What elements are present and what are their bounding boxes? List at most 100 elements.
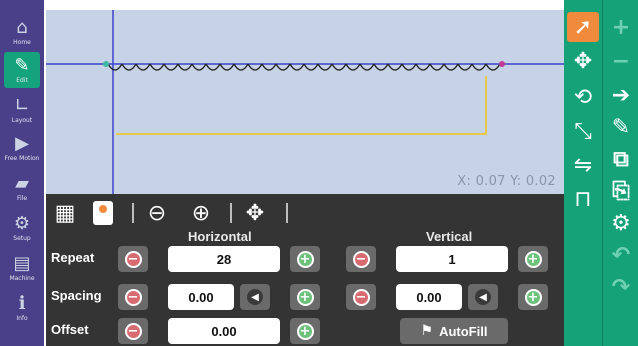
select-arrow-icon: ➚ bbox=[573, 14, 593, 40]
vertical-repeat-field[interactable]: 1 bbox=[396, 246, 508, 272]
canvas-drawing bbox=[46, 10, 564, 194]
stitch-scallop bbox=[289, 63, 305, 71]
undo-button[interactable]: ↶ bbox=[606, 240, 636, 270]
undo-icon: ↶ bbox=[611, 242, 631, 268]
folder-icon: ▰ bbox=[15, 172, 29, 194]
stitch-scallop bbox=[485, 63, 501, 71]
nav-home[interactable]: ⌂ Home bbox=[4, 14, 40, 50]
stitch-scallop bbox=[247, 63, 263, 71]
horizontal-spacing-decrease-button[interactable]: − bbox=[118, 284, 148, 310]
save-edit-button[interactable]: ✎ bbox=[606, 112, 636, 142]
redo-icon: ↷ bbox=[611, 274, 631, 300]
horizontal-spacing-increase-button[interactable]: + bbox=[290, 284, 320, 310]
autofill-button[interactable]: ⚑ AutoFill bbox=[400, 318, 508, 344]
toolbar-divider bbox=[286, 203, 288, 223]
align-icon: ⊓ bbox=[574, 186, 592, 212]
minus-icon: − bbox=[124, 250, 142, 268]
redo-button[interactable]: ↷ bbox=[606, 272, 636, 302]
add-button[interactable]: + bbox=[606, 12, 636, 42]
nav-layout[interactable]: ∟ Layout bbox=[4, 92, 40, 128]
horizontal-repeat-field[interactable]: 28 bbox=[168, 246, 280, 272]
horizontal-offset-field[interactable]: 0.00 bbox=[168, 318, 280, 344]
horizontal-offset-decrease-button[interactable]: − bbox=[118, 318, 148, 344]
end-point bbox=[499, 61, 505, 67]
vertical-repeat-increase-button[interactable]: + bbox=[518, 246, 548, 272]
stitch-scallop bbox=[471, 63, 487, 71]
horizontal-repeat-decrease-button[interactable]: − bbox=[118, 246, 148, 272]
minus-icon: − bbox=[611, 48, 631, 74]
stitch-pattern bbox=[107, 63, 501, 71]
stitch-scallop bbox=[121, 63, 137, 71]
stitch-scallop bbox=[275, 63, 291, 71]
nav-edit[interactable]: ✎ Edit bbox=[4, 52, 40, 88]
stitch-scallop bbox=[457, 63, 473, 71]
plus-icon: + bbox=[524, 250, 542, 268]
stitch-scallop bbox=[107, 63, 123, 71]
minus-icon: − bbox=[124, 322, 142, 340]
minus-icon: − bbox=[352, 288, 370, 306]
gear-icon: ⚙ bbox=[611, 210, 631, 236]
zoom-out-icon[interactable]: ⊖ bbox=[144, 200, 170, 226]
paste-icon: ⎘ bbox=[612, 178, 630, 204]
nav-machine[interactable]: ▤ Machine bbox=[4, 250, 40, 286]
plus-icon: + bbox=[296, 288, 314, 306]
vertical-spacing-field[interactable]: 0.00 bbox=[396, 284, 462, 310]
nav-info[interactable]: ℹ Info bbox=[4, 290, 40, 326]
back-arrow-icon: ◀ bbox=[475, 289, 491, 305]
move-arrows-icon: ✥ bbox=[573, 48, 593, 74]
grid-icon[interactable]: ▦ bbox=[52, 200, 78, 226]
stitch-scallop bbox=[135, 63, 151, 71]
horizontal-header: Horizontal bbox=[188, 229, 252, 244]
info-icon: ℹ bbox=[18, 292, 26, 314]
horizontal-spacing-field[interactable]: 0.00 bbox=[168, 284, 234, 310]
mirror-tool[interactable]: ⇋ bbox=[567, 150, 599, 180]
design-canvas[interactable]: X: 0.07 Y: 0.02 bbox=[46, 10, 564, 194]
next-button[interactable]: ➔ bbox=[606, 80, 636, 110]
copy-icon: ⧉ bbox=[613, 146, 629, 172]
stitch-scallop bbox=[149, 63, 165, 71]
stitch-scallop bbox=[163, 63, 179, 71]
vertical-spacing-back-button[interactable]: ◀ bbox=[468, 284, 498, 310]
nav-setup[interactable]: ⚙ Setup bbox=[4, 210, 40, 246]
gears-icon: ⚙ bbox=[13, 212, 31, 234]
paste-button[interactable]: ⎘ bbox=[606, 176, 636, 206]
zoom-in-icon[interactable]: ⊕ bbox=[188, 200, 214, 226]
copy-button[interactable]: ⧉ bbox=[606, 144, 636, 174]
horizontal-repeat-increase-button[interactable]: + bbox=[290, 246, 320, 272]
stitch-scallop bbox=[205, 63, 221, 71]
resize-tool[interactable]: ⤡ bbox=[567, 116, 599, 146]
horizontal-offset-increase-button[interactable]: + bbox=[290, 318, 320, 344]
align-tool[interactable]: ⊓ bbox=[567, 184, 599, 214]
move-icon[interactable]: ✥ bbox=[242, 200, 268, 226]
edit-tools-column: ➚ ✥ ⟲ ⤡ ⇋ ⊓ bbox=[564, 0, 602, 346]
stitch-scallop bbox=[317, 63, 333, 71]
pattern-icon[interactable] bbox=[92, 200, 114, 226]
move-tool[interactable]: ✥ bbox=[567, 46, 599, 76]
actions-column: + − ➔ ✎ ⧉ ⎘ ⚙ ↶ ↷ bbox=[602, 0, 638, 346]
remove-button[interactable]: − bbox=[606, 46, 636, 76]
select-tool[interactable]: ➚ bbox=[567, 12, 599, 42]
stitch-scallop bbox=[387, 63, 403, 71]
stitch-scallop bbox=[429, 63, 445, 71]
minus-icon: − bbox=[124, 288, 142, 306]
stitch-scallop bbox=[331, 63, 347, 71]
nav-file[interactable]: ▰ File bbox=[4, 170, 40, 206]
horizontal-spacing-back-button[interactable]: ◀ bbox=[240, 284, 270, 310]
stitch-scallop bbox=[303, 63, 319, 71]
settings-button[interactable]: ⚙ bbox=[606, 208, 636, 238]
stitch-scallop bbox=[345, 63, 361, 71]
start-point bbox=[103, 61, 109, 67]
nav-free-motion[interactable]: ▶ Free Motion bbox=[4, 130, 40, 166]
vertical-header: Vertical bbox=[426, 229, 473, 244]
back-arrow-icon: ◀ bbox=[247, 289, 263, 305]
vertical-spacing-increase-button[interactable]: + bbox=[518, 284, 548, 310]
rotate-tool[interactable]: ⟲ bbox=[567, 82, 599, 112]
save-edit-icon: ✎ bbox=[611, 114, 631, 140]
vertical-spacing-decrease-button[interactable]: − bbox=[346, 284, 376, 310]
flag-icon: ⚑ bbox=[420, 323, 434, 339]
stitch-scallop bbox=[177, 63, 193, 71]
offset-label: Offset bbox=[51, 322, 89, 337]
vertical-repeat-decrease-button[interactable]: − bbox=[346, 246, 376, 272]
stitch-scallop bbox=[443, 63, 459, 71]
stitch-scallop bbox=[401, 63, 417, 71]
